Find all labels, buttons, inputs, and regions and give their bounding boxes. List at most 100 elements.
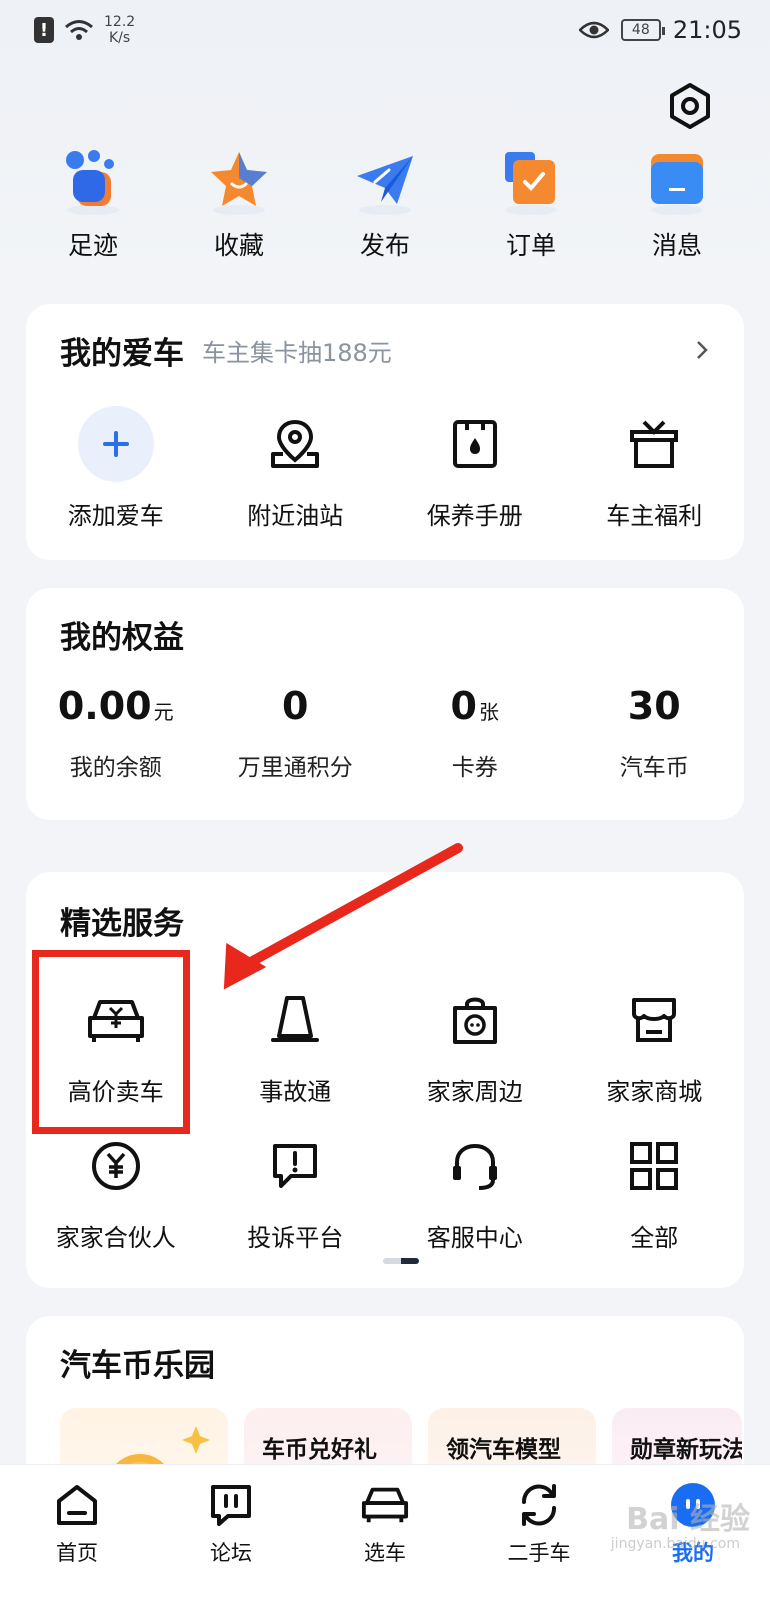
highlight-annotation-box — [32, 950, 190, 1134]
my-car-header[interactable]: 我的爱车 车主集卡抽188元 — [60, 328, 710, 372]
star-icon — [207, 148, 271, 216]
gift-box-icon — [616, 406, 692, 482]
nav-forum[interactable]: 论坛 — [154, 1465, 308, 1600]
add-car-button[interactable]: 添加爱车 — [26, 406, 206, 531]
page-dot-active — [401, 1258, 419, 1264]
network-speed: 12.2 K/s — [104, 14, 135, 46]
services-title: 精选服务 — [60, 906, 184, 942]
nav-label: 首页 — [56, 1541, 98, 1565]
battery-indicator: 48 — [620, 19, 665, 41]
grid-icon — [616, 1128, 692, 1204]
cell-label: 保养手册 — [426, 502, 523, 530]
headset-icon — [437, 1128, 513, 1204]
status-time: 21:05 — [672, 16, 742, 44]
quick-link-orders[interactable]: 订单 — [466, 148, 596, 262]
nearby-gas-station-button[interactable]: 附近油站 — [206, 406, 386, 531]
complaint-button[interactable]: 投诉平台 — [206, 1128, 386, 1253]
forum-icon — [207, 1481, 255, 1529]
coupons-label: 卡券 — [451, 755, 498, 781]
status-left: ! 12.2 K/s — [34, 14, 135, 46]
quick-link-favorites[interactable]: 收藏 — [174, 148, 304, 262]
customer-service-button[interactable]: 客服中心 — [385, 1128, 565, 1253]
my-rights-card: 我的权益 0.00 元 我的余额 0 万里通积分 0张 卡券 30 汽车币 — [26, 588, 744, 820]
used-car-icon — [515, 1481, 563, 1529]
car-select-icon — [361, 1481, 409, 1529]
balance-unit: 元 — [153, 700, 174, 724]
settings-button[interactable] — [664, 80, 716, 132]
alert-icon: ! — [34, 17, 54, 43]
maintenance-book-button[interactable]: 保养手册 — [385, 406, 565, 531]
nav-home[interactable]: 首页 — [0, 1465, 154, 1600]
points-label: 万里通积分 — [237, 755, 353, 781]
coupons-value: 0 — [450, 684, 477, 728]
my-car-grid: 添加爱车 附近油站 保养手册 车主福利 — [26, 406, 744, 531]
cell-label: 事故通 — [259, 1078, 332, 1106]
mall-button[interactable]: 家家商城 — [565, 982, 745, 1107]
yuan-coin-icon — [78, 1128, 154, 1204]
cell-label: 家家周边 — [426, 1078, 523, 1106]
shopping-bag-icon — [437, 982, 513, 1058]
watermark-sub: jingyan.baidu.com — [610, 1536, 740, 1552]
page-indicator — [383, 1258, 419, 1264]
complaint-icon — [257, 1128, 333, 1204]
quick-link-label: 发布 — [359, 231, 410, 260]
my-car-title: 我的爱车 — [60, 335, 184, 372]
cell-label: 附近油站 — [247, 502, 344, 530]
coupons-item[interactable]: 0张 卡券 — [385, 684, 565, 782]
merch-button[interactable]: 家家周边 — [385, 982, 565, 1107]
partner-button[interactable]: 家家合伙人 — [26, 1128, 206, 1253]
all-services-button[interactable]: 全部 — [565, 1128, 745, 1253]
speed-value: 12.2 — [104, 14, 136, 30]
quick-link-label: 消息 — [651, 231, 702, 260]
message-icon — [645, 148, 709, 216]
quick-link-footprint[interactable]: 足迹 — [28, 148, 158, 262]
cell-label: 添加爱车 — [67, 502, 164, 530]
quick-link-publish[interactable]: 发布 — [320, 148, 450, 262]
coupons-value-wrap: 0张 — [451, 684, 499, 734]
my-car-card: 我的爱车 车主集卡抽188元 添加爱车 附近油站 保养手册 车主福利 — [26, 304, 744, 560]
points-item[interactable]: 0 万里通积分 — [206, 684, 386, 782]
nav-car-select[interactable]: 选车 — [308, 1465, 462, 1600]
speed-unit: K/s — [108, 30, 131, 46]
balance-label: 我的余额 — [69, 755, 162, 781]
my-rights-title: 我的权益 — [60, 620, 184, 656]
eye-icon — [578, 21, 609, 39]
car-coins-item[interactable]: 30 汽车币 — [565, 684, 745, 782]
quick-links: 足迹 收藏 发布 订单 消息 — [28, 148, 742, 262]
cell-label: 全部 — [630, 1224, 679, 1252]
my-car-subtitle: 车主集卡抽188元 — [202, 338, 392, 367]
watermark: Bai 经验 — [626, 1502, 750, 1537]
owner-benefits-button[interactable]: 车主福利 — [565, 406, 745, 531]
cell-label: 车主福利 — [606, 502, 703, 530]
rights-row: 0.00 元 我的余额 0 万里通积分 0张 卡券 30 汽车币 — [26, 684, 744, 782]
quick-link-label: 足迹 — [67, 231, 118, 260]
points-value: 0 — [282, 684, 309, 728]
coupons-unit: 张 — [478, 700, 499, 724]
services-row-2: 家家合伙人 投诉平台 客服中心 全部 — [26, 1128, 744, 1253]
maintenance-book-icon — [437, 406, 513, 482]
status-bar: ! 12.2 K/s 48 21:05 — [0, 0, 770, 60]
plus-icon — [77, 406, 154, 482]
red-arrow-annotation — [223, 843, 463, 990]
chevron-right-icon — [697, 341, 708, 359]
nav-used-car[interactable]: 二手车 — [462, 1465, 616, 1600]
quick-link-messages[interactable]: 消息 — [612, 148, 742, 262]
car-coins-label: 汽车币 — [619, 755, 689, 781]
car-coins-value-wrap: 30 — [628, 684, 681, 734]
points-value-wrap: 0 — [282, 684, 308, 734]
hexagon-settings-icon — [670, 83, 710, 129]
storefront-icon — [616, 982, 692, 1058]
accident-service-button[interactable]: 事故通 — [206, 982, 386, 1107]
cell-label: 投诉平台 — [247, 1224, 344, 1252]
coin-park-title: 汽车币乐园 — [60, 1348, 215, 1384]
cell-label: 家家合伙人 — [55, 1224, 176, 1252]
balance-item[interactable]: 0.00 元 我的余额 — [26, 684, 206, 782]
car-coins-value: 30 — [627, 684, 681, 728]
nav-label: 选车 — [364, 1541, 406, 1565]
wifi-icon — [65, 20, 93, 40]
balance-value: 0.00 — [57, 684, 152, 728]
quick-link-label: 订单 — [505, 231, 556, 260]
status-right: 48 21:05 — [578, 16, 742, 44]
paper-plane-icon — [353, 148, 417, 216]
traffic-cone-icon — [257, 982, 333, 1058]
